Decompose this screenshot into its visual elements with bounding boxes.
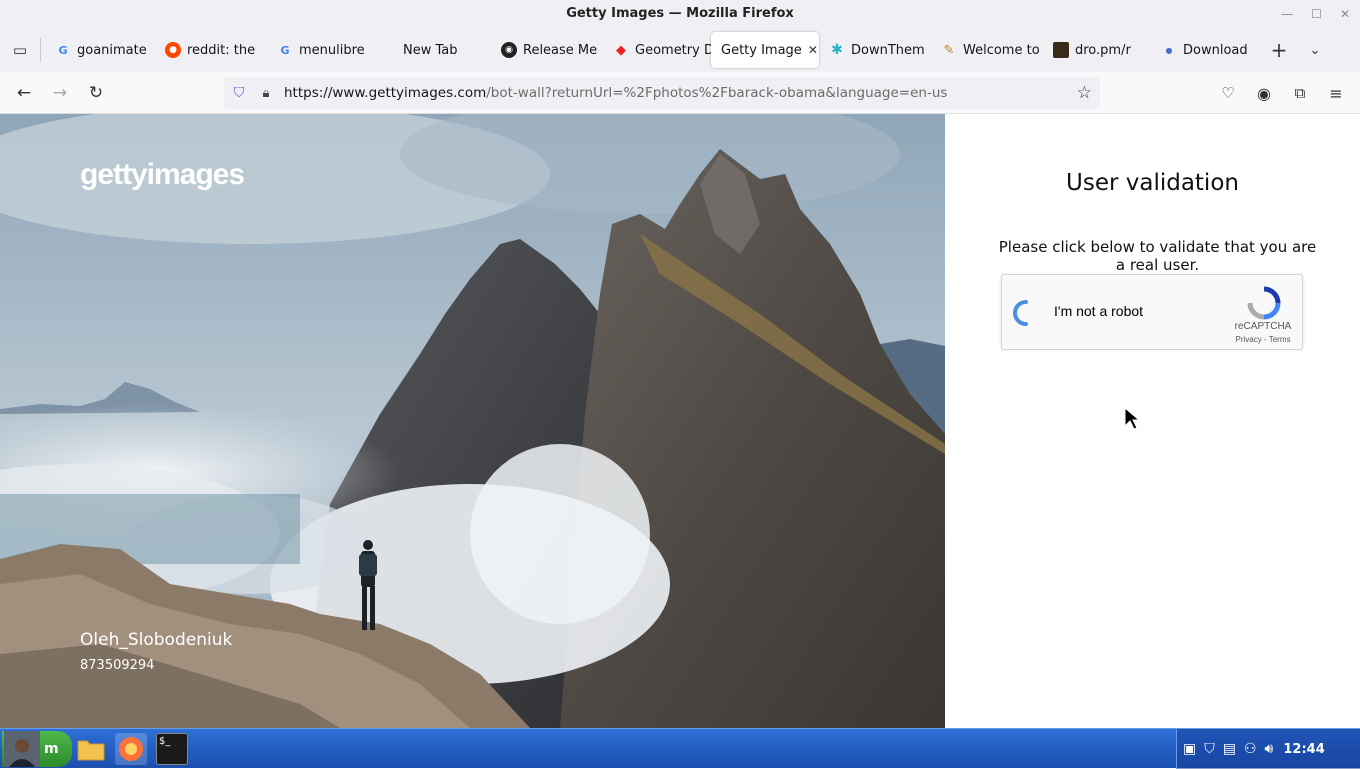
validation-panel: User validation Please click below to va… <box>945 114 1360 728</box>
start-menu-button[interactable]: m <box>2 731 72 767</box>
notes-icon[interactable]: ▤ <box>1223 741 1236 757</box>
maximize-icon[interactable]: ☐ <box>1311 0 1322 28</box>
welcome-icon: ✎ <box>943 42 955 58</box>
terminal-icon[interactable]: $_ <box>156 733 188 765</box>
system-taskbar: m $_ ▣ ⛉ ▤ ⚇ 🔊︎ 12:44 <box>0 728 1360 769</box>
tab-label: reddit: the <box>187 42 256 58</box>
system-tray: ▣ ⛉ ▤ ⚇ 🔊︎ 12:44 <box>1176 729 1360 769</box>
image-id: 873509294 <box>80 658 155 673</box>
tracking-shield-icon[interactable]: ⛉ <box>224 85 254 101</box>
security-shield-icon[interactable]: ⛉ <box>1204 741 1215 757</box>
tab-goanimate[interactable]: G goanimate <box>45 32 155 68</box>
close-tab-icon[interactable]: ✕ <box>808 43 818 57</box>
window-titlebar: Getty Images — Mozilla Firefox — ☐ ✕ <box>0 0 1360 28</box>
network-icon[interactable]: ⚇ <box>1244 741 1257 757</box>
tab-label: Welcome to <box>963 42 1040 58</box>
mouse-cursor-icon <box>1123 406 1141 434</box>
google-icon: G <box>58 43 68 57</box>
menu-hamburger-icon[interactable]: ≡ <box>1324 81 1348 105</box>
tab-label: Getty Image <box>721 42 802 58</box>
back-arrow-icon[interactable]: ← <box>12 81 36 105</box>
bookmark-star-icon[interactable]: ☆ <box>1077 83 1092 103</box>
google-icon: G <box>280 43 290 57</box>
list-all-tabs-icon[interactable]: ⌄ <box>1297 32 1333 68</box>
download-dot-icon: ● <box>1165 45 1173 55</box>
new-tab-plus-icon[interactable]: + <box>1261 32 1297 68</box>
page-heading: User validation <box>1066 170 1239 196</box>
firefox-view-icon[interactable]: ▭ <box>0 32 40 68</box>
tab-reddit[interactable]: ● reddit: the <box>155 32 267 68</box>
downthem-icon: ✱ <box>831 42 843 58</box>
minimize-icon[interactable]: — <box>1281 0 1293 28</box>
recaptcha-logo-icon <box>1246 285 1282 321</box>
tab-label: dro.pm/r <box>1075 42 1131 58</box>
recaptcha-checkbox-label[interactable]: I'm not a robot <box>1054 303 1143 319</box>
file-manager-icon[interactable] <box>76 734 106 764</box>
forward-arrow-icon[interactable]: → <box>48 81 72 105</box>
tab-geometry[interactable]: ◆ Geometry D <box>603 32 711 68</box>
tab-welcome[interactable]: ✎ Welcome to <box>931 32 1043 68</box>
address-bar[interactable]: ⛉ 🔒︎ https://www.gettyimages.com/bot-wal… <box>224 77 1100 109</box>
tab-download[interactable]: ● Download <box>1151 32 1261 68</box>
url-host: https://www.gettyimages.com <box>284 85 487 101</box>
tab-label: New Tab <box>403 42 458 58</box>
getty-images-logo[interactable]: gettyimages <box>80 158 245 192</box>
tab-getty-images[interactable]: Getty Image ✕ <box>711 32 819 68</box>
validation-instructions: Please click below to validate that you … <box>998 238 1317 274</box>
photographer-credit: Oleh_Slobodeniuk <box>80 630 233 650</box>
tab-menulibre[interactable]: G menulibre <box>267 32 379 68</box>
clock[interactable]: 12:44 <box>1283 742 1324 757</box>
dropm-icon <box>1053 42 1069 58</box>
geometry-icon: ◆ <box>616 42 626 58</box>
tab-label: menulibre <box>299 42 365 58</box>
volume-icon[interactable]: 🔊︎ <box>1265 741 1274 757</box>
tab-label: Download <box>1183 42 1248 58</box>
tab-dropm[interactable]: dro.pm/r <box>1043 32 1151 68</box>
url-path: /bot-wall?returnUrl=%2Fphotos%2Fbarack-o… <box>486 85 948 101</box>
tab-new-tab[interactable]: New Tab <box>379 32 491 68</box>
pocket-icon[interactable]: ♡ <box>1216 81 1240 105</box>
tab-label: Geometry D <box>635 42 711 58</box>
recaptcha-widget: I'm not a robot reCAPTCHA Privacy - Term… <box>1001 274 1303 350</box>
reload-icon[interactable]: ↻ <box>84 81 108 105</box>
close-window-icon[interactable]: ✕ <box>1340 0 1350 28</box>
recaptcha-brand: reCAPTCHA <box>1234 321 1292 332</box>
navigation-toolbar: ← → ↻ ⛉ 🔒︎ https://www.gettyimages.com/b… <box>0 72 1360 114</box>
tab-label: goanimate <box>77 42 147 58</box>
user-avatar <box>4 731 40 767</box>
firefox-taskbar-icon[interactable] <box>115 733 147 765</box>
reddit-icon: ● <box>165 42 181 58</box>
lock-icon[interactable]: 🔒︎ <box>254 86 278 101</box>
tab-label: Release Me <box>523 42 598 58</box>
extensions-icon[interactable]: ⧉ <box>1288 81 1312 105</box>
tab-divider <box>40 38 41 62</box>
account-icon[interactable]: ◉ <box>1252 81 1276 105</box>
github-icon: ◉ <box>501 42 517 58</box>
clipboard-icon[interactable]: ▣ <box>1183 741 1196 757</box>
hero-image: gettyimages Oleh_Slobodeniuk 873509294 <box>0 114 945 728</box>
tab-release-me[interactable]: ◉ Release Me <box>491 32 603 68</box>
tab-strip: ▭ G goanimate ● reddit: the G menulibre … <box>0 28 1360 72</box>
mint-logo-icon: m <box>44 741 59 757</box>
window-title: Getty Images — Mozilla Firefox <box>566 6 794 21</box>
recaptcha-spinner-icon[interactable] <box>1012 299 1040 327</box>
recaptcha-privacy-terms-link[interactable]: Privacy - Terms <box>1222 335 1304 344</box>
tab-downthem[interactable]: ✱ DownThem <box>819 32 931 68</box>
tab-label: DownThem <box>851 42 925 58</box>
